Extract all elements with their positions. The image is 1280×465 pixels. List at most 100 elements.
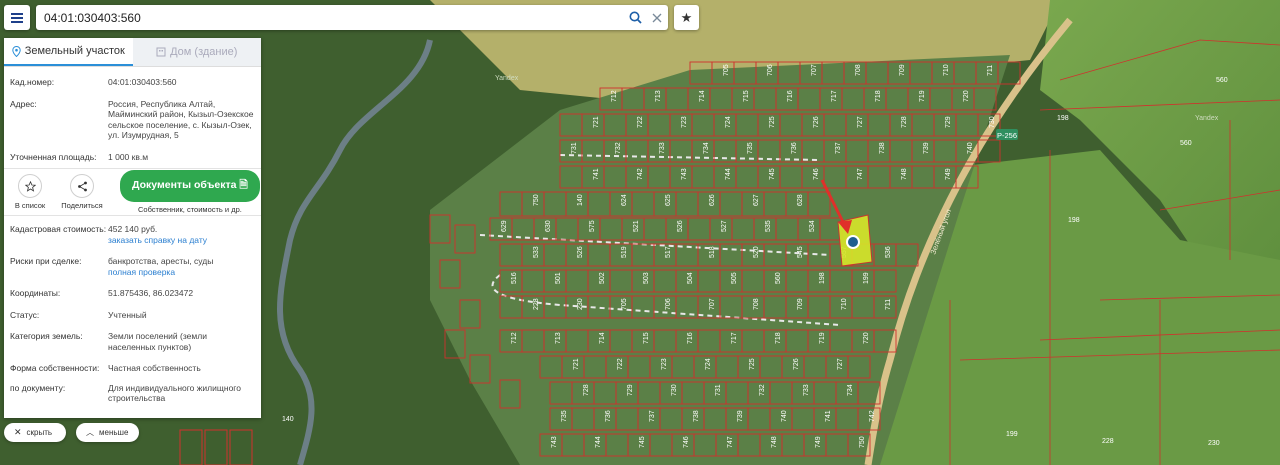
category-label: Категория земель: [10, 331, 83, 341]
less-button[interactable]: ︿ меньше [76, 423, 139, 442]
parcel-label: 739 [923, 142, 930, 154]
parcel-label: 736 [605, 410, 612, 422]
menu-button[interactable] [4, 5, 30, 30]
parcel-label: 705 [723, 64, 730, 76]
parcel-label: 720 [863, 332, 870, 344]
parcel-label: 705 [621, 298, 628, 310]
parcel-label: 629 [501, 220, 508, 232]
parcel-label: 743 [551, 436, 558, 448]
parcel-label: 526 [677, 220, 684, 232]
parcel-label: 527 [721, 220, 728, 232]
parcel-label: 716 [787, 90, 794, 102]
close-icon: ✕ [14, 427, 22, 437]
parcel-label: 722 [637, 116, 644, 128]
area-value: 1 000 кв.м [108, 151, 149, 162]
full-check-link[interactable]: полная проверка [108, 267, 175, 277]
parcel-label: 706 [767, 64, 774, 76]
tab-building[interactable]: Дом (здание) [132, 38, 261, 66]
parcel-label: 626 [709, 194, 716, 206]
parcel-label: 734 [847, 384, 854, 396]
parcel-label: 744 [595, 436, 602, 448]
parcel-label: 630 [545, 220, 552, 232]
parcel-label: 724 [725, 116, 732, 128]
cadastral-number-value[interactable]: 04:01:030403:560 [108, 77, 255, 88]
documents-button[interactable]: Документы объекта 🗎 [120, 170, 260, 202]
map-yandex-label: Yandex [1195, 115, 1219, 122]
status-value: Учтенный [108, 309, 147, 320]
category-value: Земли поселений (земли населенных пункто… [108, 331, 207, 352]
parcel-label-228: 228 [1102, 438, 1114, 445]
parcel-label: 718 [875, 90, 882, 102]
parcel-label: 709 [797, 298, 804, 310]
tab-building-label: Дом (здание) [170, 46, 238, 58]
add-to-list-label: В список [14, 201, 46, 210]
share-icon [70, 174, 94, 198]
address-label: Адрес: [10, 98, 37, 109]
search-button[interactable] [624, 5, 646, 30]
parcel-label: 536 [885, 246, 892, 258]
share-button[interactable]: Поделиться [56, 174, 108, 210]
parcel-label: 747 [727, 436, 734, 448]
ownership-value: Частная собственность [108, 363, 201, 373]
search-icon [629, 11, 642, 24]
hide-label: скрыть [26, 428, 53, 437]
map-pin-icon [11, 45, 21, 57]
risk-row: Риски при сделке: банкротства, аресты, с… [4, 256, 261, 277]
parcel-label: 719 [919, 90, 926, 102]
parcel-label: 725 [769, 116, 776, 128]
parcel-label: 740 [967, 142, 974, 154]
parcel-label: 744 [725, 168, 732, 180]
parcel-label: 728 [583, 384, 590, 396]
coordinates-row: Координаты: 51.875436, 86.023472 [4, 288, 261, 299]
parcel-label: 733 [803, 384, 810, 396]
add-to-list-button[interactable]: В список [4, 174, 56, 210]
parcel-label-198-b: 198 [1068, 217, 1080, 224]
parcel-label: 534 [809, 220, 816, 232]
documents-button-label: Документы объекта [132, 179, 237, 191]
parcel-label: 726 [793, 358, 800, 370]
parcel-label: 516 [511, 272, 518, 284]
parcel-label: 714 [599, 332, 606, 344]
documents-subtitle: Собственник, стоимость и др. [137, 205, 242, 214]
less-label: меньше [99, 428, 129, 437]
parcel-label: 743 [681, 168, 688, 180]
cost-row: Кадастровая стоимость: 452 140 руб. заказ… [4, 224, 261, 245]
parcel-label: 741 [593, 168, 600, 180]
parcel-label: 742 [637, 168, 644, 180]
parcel-label: 714 [699, 90, 706, 102]
documents-block: Документы объекта 🗎 Собственник, стоимос… [120, 170, 260, 214]
location-marker-icon[interactable] [846, 235, 860, 249]
clear-button[interactable] [646, 5, 668, 30]
parcel-label: 750 [533, 194, 540, 206]
status-label: Статус: [10, 309, 40, 320]
hide-button[interactable]: ✕ скрыть [4, 423, 66, 442]
parcel-label: 749 [945, 168, 952, 180]
parcel-label: 737 [649, 410, 656, 422]
parcel-label: 723 [661, 358, 668, 370]
parcel-label: 526 [577, 246, 584, 258]
parcel-label: 741 [825, 410, 832, 422]
parcel-label: 733 [659, 142, 666, 154]
coordinates-label: Координаты: [10, 288, 61, 298]
order-certificate-link[interactable]: заказать справку на дату [108, 235, 207, 245]
cost-value: 452 140 руб. [108, 224, 158, 234]
parcel-label: 518 [709, 246, 716, 258]
parcel-label: 731 [715, 384, 722, 396]
panel-tabs: Земельный участок Дом (здание) [4, 38, 261, 67]
parcel-label: 723 [681, 116, 688, 128]
search-input[interactable]: 04:01:030403:560 [36, 11, 624, 25]
coordinates-value: 51.875436, 86.023472 [108, 288, 194, 298]
close-icon [652, 13, 662, 22]
parcel-label: 727 [837, 358, 844, 370]
star-icon: ★ [680, 9, 693, 25]
panel-controls: ✕ скрыть ︿ меньше [4, 423, 139, 442]
parcel-label: 718 [775, 332, 782, 344]
tab-land-plot[interactable]: Земельный участок [4, 38, 133, 66]
risk-label: Риски при сделке: [10, 256, 82, 266]
favorite-button[interactable]: ★ [674, 5, 699, 30]
parcel-label-230: 230 [1208, 440, 1220, 447]
parcel-label: 736 [791, 142, 798, 154]
parcel-label: 502 [599, 272, 606, 284]
parcel-label: 560 [775, 272, 782, 284]
ownership-label: Форма собственности: [10, 363, 100, 373]
